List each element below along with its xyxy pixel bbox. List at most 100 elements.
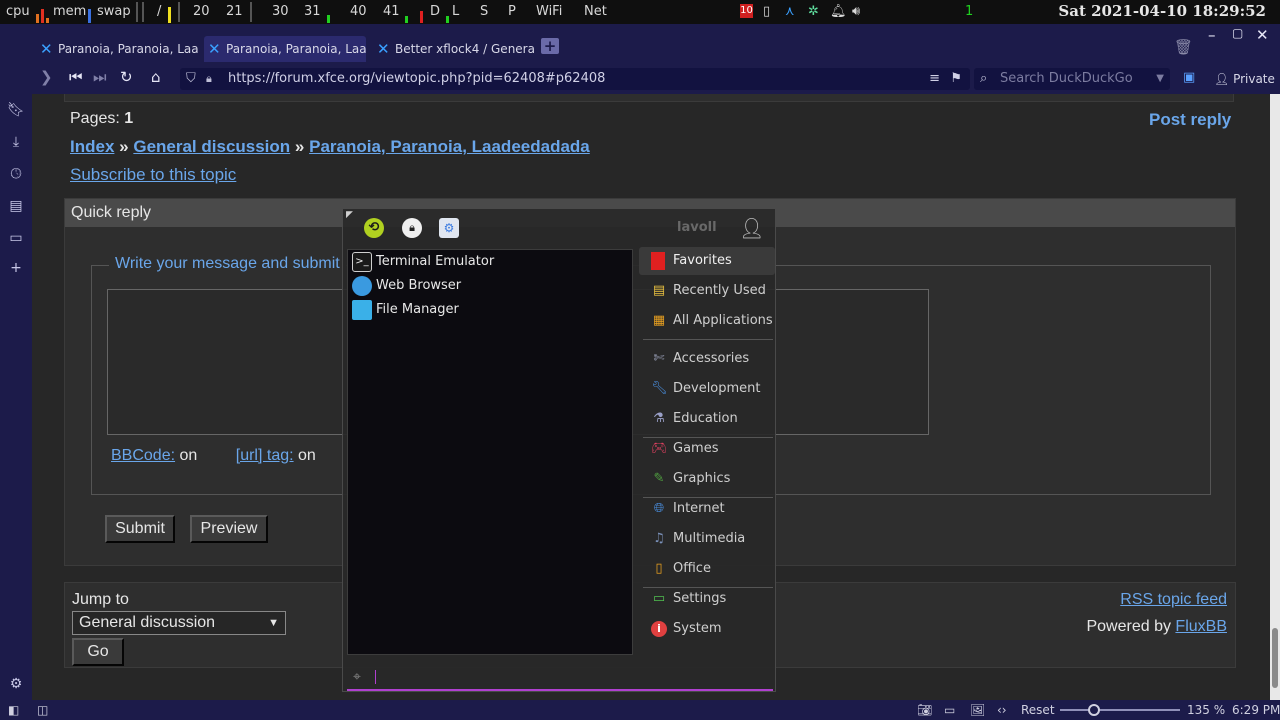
ws-21[interactable]: 21 xyxy=(226,4,243,19)
forward-button[interactable]: ❯ xyxy=(40,68,53,86)
zoom-slider-knob[interactable] xyxy=(1087,704,1100,716)
bbcode-help-link[interactable]: BBCode: xyxy=(111,447,175,464)
category-system[interactable]: i System xyxy=(639,615,775,643)
tile-view-icon[interactable]: ▭ xyxy=(944,703,955,717)
indicator-d: D xyxy=(430,4,441,19)
reload-button[interactable]: ↻ xyxy=(120,68,133,86)
menu-search-input[interactable]: ⌖ xyxy=(347,665,773,691)
tab-better-xflock4[interactable]: ✕ Better xflock4 / General xyxy=(373,36,535,62)
maximize-button[interactable]: ▢ xyxy=(1232,26,1243,40)
history-panel-icon[interactable]: 🕓︎ xyxy=(6,164,26,184)
page-actions-icon[interactable]: ‹› xyxy=(997,703,1007,717)
category-settings[interactable]: ▭ Settings xyxy=(639,585,775,613)
ws-20[interactable]: 20 xyxy=(193,4,210,19)
rewind-button[interactable]: ⏮ xyxy=(69,68,83,86)
powered-by: Powered by FluxBB xyxy=(1086,618,1227,635)
bookmarks-panel-icon[interactable]: 🔖︎ xyxy=(6,100,26,120)
shield-icon[interactable]: ⛉ xyxy=(186,68,196,90)
clipboard-icon[interactable]: ▯ xyxy=(763,4,770,19)
tab-paranoia-1[interactable]: ✕ Paranoia, Paranoia, Laa xyxy=(36,36,198,62)
zoom-slider[interactable] xyxy=(1060,704,1180,716)
page-scrollbar[interactable] xyxy=(1270,94,1280,700)
fluxbb-link[interactable]: FluxBB xyxy=(1175,618,1227,635)
mem-label: mem xyxy=(53,4,87,19)
zoom-reset-button[interactable]: Reset xyxy=(1021,703,1055,717)
chevron-down-icon: ▼ xyxy=(268,617,279,629)
category-all-applications[interactable]: ▦ All Applications xyxy=(639,307,775,335)
category-internet[interactable]: 🌐︎ Internet xyxy=(639,495,775,523)
notification-bell-icon[interactable]: 🔔︎ xyxy=(830,4,847,19)
clock[interactable]: Sat 2021-04-10 18:29:52 xyxy=(1058,2,1266,20)
post-reply-link[interactable]: Post reply xyxy=(1149,110,1231,130)
notes-panel-icon[interactable]: ▤ xyxy=(6,196,26,216)
fast-forward-button[interactable]: ⏭ xyxy=(93,68,107,86)
extension-icon[interactable]: ▣ xyxy=(1183,70,1195,85)
url-tag-help-link[interactable]: [url] tag: xyxy=(236,447,294,464)
add-panel-icon[interactable]: + xyxy=(6,258,26,278)
xfce-favicon-icon: ✕ xyxy=(40,40,53,58)
ws-40[interactable]: 40 xyxy=(350,4,367,19)
jump-to-select[interactable]: General discussion ▼ xyxy=(72,611,286,635)
breadcrumb-general-discussion[interactable]: General discussion xyxy=(133,137,290,156)
category-education[interactable]: ⚗ Education xyxy=(639,405,775,433)
url-field[interactable]: ⛉ 🔒︎ https://forum.xfce.org/viewtopic.ph… xyxy=(180,68,970,90)
rss-feed-link[interactable]: RSS topic feed xyxy=(1120,591,1227,609)
resize-grip-icon[interactable]: ◤ xyxy=(346,210,353,220)
ws-30[interactable]: 30 xyxy=(272,4,289,19)
category-multimedia[interactable]: ♫ Multimedia xyxy=(639,525,775,553)
pagination: Pages: 1 xyxy=(70,110,134,127)
games-icon: 🎮︎ xyxy=(651,441,668,456)
category-accessories[interactable]: ✄ Accessories xyxy=(639,345,775,373)
trash-icon[interactable]: 🗑︎ xyxy=(1174,38,1193,56)
close-window-button[interactable]: ✕ xyxy=(1256,26,1269,44)
minimize-button[interactable]: – xyxy=(1208,26,1216,44)
bookmark-page-icon[interactable]: ⚑ xyxy=(950,68,962,90)
category-graphics[interactable]: ✎ Graphics xyxy=(639,465,775,493)
panel-toggle-icon[interactable]: ◧ xyxy=(8,703,19,717)
search-field[interactable]: ⌕ Search DuckDuckGo ▼ xyxy=(974,68,1170,90)
subscribe-link[interactable]: Subscribe to this topic xyxy=(70,165,236,185)
lock-icon: 🔒︎ xyxy=(206,72,212,85)
update-icon[interactable]: ⋏ xyxy=(785,4,795,19)
private-user-icon: 👤︎ xyxy=(1214,72,1234,86)
all-apps-icon: ▦ xyxy=(652,313,666,328)
settings-manager-icon[interactable]: ⚙ xyxy=(439,218,459,238)
scrollbar-thumb[interactable] xyxy=(1272,628,1278,688)
fav-terminal-emulator[interactable]: >_ Terminal Emulator xyxy=(350,250,494,274)
ws-41[interactable]: 41 xyxy=(383,4,400,19)
category-recently-used[interactable]: ▤ Recently Used xyxy=(639,277,775,305)
volume-icon[interactable]: 🔊︎ xyxy=(852,4,860,19)
category-office[interactable]: ▯ Office xyxy=(639,555,775,583)
breadcrumb: Index » General discussion » Paranoia, P… xyxy=(70,137,590,156)
submit-button[interactable]: Submit xyxy=(105,515,175,543)
downloads-panel-icon[interactable]: ⤓ xyxy=(6,132,26,152)
preview-button[interactable]: Preview xyxy=(190,515,268,543)
settings-gear-icon[interactable]: ⚙ xyxy=(6,674,26,694)
breadcrumb-topic[interactable]: Paranoia, Paranoia, Laadeedadada xyxy=(309,137,590,156)
category-development[interactable]: 🔧︎ Development xyxy=(639,375,775,403)
capture-icon[interactable]: 📷︎ xyxy=(917,703,932,717)
ws-31[interactable]: 31 xyxy=(304,4,321,19)
window-panel-icon[interactable]: ▭ xyxy=(6,228,26,248)
switch-user-icon[interactable]: ⟲ xyxy=(364,218,384,238)
images-icon[interactable]: 🖼︎ xyxy=(970,703,985,717)
indicator-l: L xyxy=(452,4,460,19)
new-tab-button[interactable]: + xyxy=(541,38,559,54)
side-panel: 🔖︎ ⤓ 🕓︎ ▤ ▭ + ⚙ xyxy=(0,24,32,704)
home-button[interactable]: ⌂ xyxy=(151,68,161,86)
network-icon[interactable]: ✲ xyxy=(808,4,819,19)
category-games[interactable]: 🎮︎ Games xyxy=(639,435,775,463)
tiling-icon[interactable]: ◫ xyxy=(37,703,48,717)
reader-view-icon[interactable]: ≡ xyxy=(929,68,940,90)
user-avatar-icon[interactable]: 👤︎ xyxy=(739,216,764,240)
tab-paranoia-2-active[interactable]: ✕ Paranoia, Paranoia, Laa xyxy=(204,36,366,62)
lock-screen-icon[interactable]: 🔒︎ xyxy=(402,218,422,238)
breadcrumb-index[interactable]: Index xyxy=(70,137,114,156)
fav-file-manager[interactable]: File Manager xyxy=(350,298,459,322)
calendar-icon[interactable]: 10 xyxy=(740,4,753,18)
search-engine-dropdown-icon[interactable]: ▼ xyxy=(1156,68,1164,90)
fav-web-browser[interactable]: Web Browser xyxy=(350,274,461,298)
go-button[interactable]: Go xyxy=(72,638,124,666)
accessories-icon: ✄ xyxy=(653,351,665,366)
category-favorites[interactable]: Favorites xyxy=(639,247,775,275)
